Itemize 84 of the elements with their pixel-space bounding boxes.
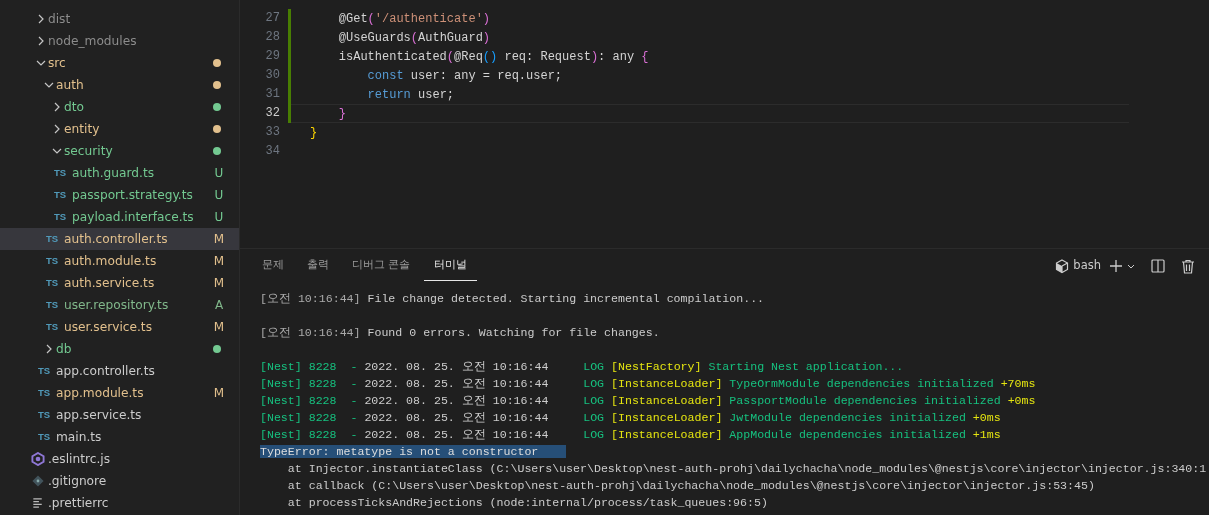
line-number: 32 [264,105,280,122]
file-item[interactable]: TS auth.guard.ts U [0,162,239,184]
typescript-icon: TS [46,275,64,291]
panel-tab[interactable]: 출력 [297,251,339,281]
folder-item[interactable]: db [0,338,239,360]
typescript-icon: TS [46,231,64,247]
terminal-line: [Nest] 8228 - 2022. 08. 25. 오전 10:16:44 LOG [InstanceLoader] AppModule dependencies initialized +1ms [260,427,1001,443]
typescript-icon: TS [38,429,56,445]
file-item[interactable]: .eslintrc.js [0,448,239,470]
typescript-icon: TS [46,253,64,269]
code-line: } [309,125,319,142]
file-item[interactable]: TS app.module.ts M [0,382,239,404]
file-item[interactable]: TS user.repository.ts A [0,294,239,316]
typescript-icon: TS [38,363,56,379]
terminal-selector[interactable]: bash [1055,257,1101,275]
typescript-icon: TS [54,165,72,181]
folder-item[interactable]: auth [0,74,239,96]
cube-icon [1055,258,1070,274]
git-status-label: U [213,165,225,182]
terminal-line: [Nest] 8228 - 2022. 08. 25. 오전 10:16:44 LOG [InstanceLoader] PassportModule dependencies initialized +0ms [260,393,1036,409]
terminal-line: at processTicksAndRejections (node:internal/process/task_queues:96:5) [286,495,768,511]
line-number: 28 [264,29,280,46]
typescript-icon: TS [54,209,72,225]
panel-tab[interactable]: 터미널 [423,251,477,281]
git-status-label: U [213,187,225,204]
file-item[interactable]: TS payload.interface.ts U [0,206,239,228]
typescript-icon: TS [38,407,56,423]
file-item[interactable]: TS auth.service.ts M [0,272,239,294]
typescript-icon: TS [46,319,64,335]
typescript-icon: TS [38,385,56,401]
line-number: 33 [264,124,280,141]
code-line: } [291,104,1129,123]
line-number: 29 [264,48,280,65]
file-item[interactable]: .gitignore [0,470,239,492]
split-button[interactable] [1151,259,1165,273]
folder-item[interactable]: dist [0,8,239,30]
terminal-line: at Injector.instantiateClass (C:\Users\user\Desktop\nest-auth-prohj\dailychacha\node_modules\@nestjs\core\injector\injector.js:340:1 [286,461,1207,477]
code-line: const user: any = req.user; [366,68,564,85]
folder-item[interactable]: src [0,52,239,74]
delete-button[interactable] [1181,258,1195,274]
chevron-down-icon [1127,262,1135,270]
code-line: @Get('/authenticate') [337,11,492,28]
code-line: @UseGuards(AuthGuard) [337,30,492,47]
file-item[interactable]: TS auth.module.ts M [0,250,239,272]
file-item[interactable]: TS app.controller.ts [0,360,239,382]
file-item[interactable]: TS passport.strategy.ts U [0,184,239,206]
new-terminal-button[interactable] [1109,259,1135,273]
terminal-line: [오전 10:16:44] File change detected. Starting incremental compilation... [260,291,765,307]
terminal-line: at callback (C:\Users\user\Desktop\nest-auth-prohj\dailychacha\node_modules\@nestjs\core\injector\injector.js:53:45) [286,478,1095,494]
git-status-label: A [213,297,225,314]
terminal-line: [Nest] 8228 - 2022. 08. 25. 오전 10:16:44 LOG [NestFactory] Starting Nest application... [260,359,904,375]
line-number: 31 [264,86,280,103]
diamond-icon [30,474,46,488]
terminal-line: [오전 10:16:44] Found 0 errors. Watching for file changes. [260,325,660,341]
folder-item[interactable]: dto [0,96,239,118]
panel-tab[interactable]: 문제 [252,251,294,281]
terminal-line: [Nest] 8228 - 2022. 08. 25. 오전 10:16:44 LOG [InstanceLoader] JwtModule dependencies initialized +0ms [260,410,1001,426]
typescript-icon: TS [54,187,72,203]
git-status-label: M [213,319,225,336]
file-item[interactable]: TS auth.controller.ts M [0,228,239,250]
git-status-label: U [213,209,225,226]
file-item[interactable]: TS user.service.ts M [0,316,239,338]
git-status-label: M [213,231,225,248]
panel-tab[interactable]: 디버그 콘솔 [342,251,421,281]
split-icon [1151,259,1165,273]
file-item[interactable]: TS main.ts [0,426,239,448]
line-number: 34 [264,143,280,160]
code-line: return user; [366,87,456,104]
typescript-icon: TS [46,297,64,313]
file-item[interactable]: TS app.service.ts [0,404,239,426]
line-number: 27 [264,10,280,27]
folder-item[interactable]: node_modules [0,30,239,52]
line-number: 30 [264,67,280,84]
git-status-label: M [213,253,225,270]
folder-item[interactable]: entity [0,118,239,140]
file-item[interactable]: .prettierrc [0,492,239,514]
folder-item[interactable]: security [0,140,239,162]
git-status-label: M [213,385,225,402]
hexagon-icon [30,452,46,466]
git-status-label: M [213,275,225,292]
code-line: isAuthenticated(@Req() req: Request): any { [337,49,650,66]
trash-icon [1181,258,1195,274]
terminal-line: [Nest] 8228 - 2022. 08. 25. 오전 10:16:44 LOG [InstanceLoader] TypeOrmModule dependencies initialized +70ms [260,376,1036,392]
plus-icon [1109,259,1123,273]
